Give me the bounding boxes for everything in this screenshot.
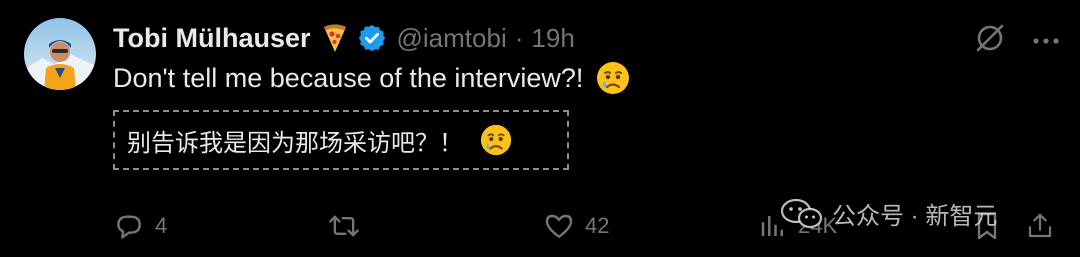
crying-face-icon [479, 123, 513, 157]
wechat-icon [780, 198, 824, 230]
like-count: 42 [585, 213, 610, 238]
separator-dot: · [514, 22, 524, 53]
pizza-icon [321, 23, 349, 53]
tweet-text-content: Don't tell me because of the interview?! [113, 62, 584, 93]
avatar-image [24, 18, 96, 90]
author-name[interactable]: Tobi Mülhauser [113, 23, 311, 54]
more-icon[interactable] [1032, 32, 1060, 50]
share-icon [1025, 210, 1055, 242]
grok-icon[interactable] [974, 22, 1006, 59]
watermark-text: 公众号 · 新智元 [832, 203, 998, 230]
tweet-card: Tobi Mülhauser @iamtobi · 19h Don't tell… [0, 0, 1080, 257]
like-button[interactable]: 42 [543, 210, 609, 242]
reply-icon [113, 210, 145, 242]
crying-face-icon [595, 60, 631, 96]
reply-count: 4 [155, 213, 168, 238]
share-button[interactable] [1025, 210, 1055, 242]
author-handle[interactable]: @iamtobi [397, 23, 507, 54]
tweet-top-actions [974, 22, 1060, 59]
avatar[interactable] [24, 18, 96, 90]
tweet-header: Tobi Mülhauser @iamtobi · 19h [113, 18, 575, 58]
retweet-icon [327, 210, 361, 242]
tweet-text: Don't tell me because of the interview?! [113, 60, 631, 96]
watermark: 公众号 · 新智元 [780, 196, 997, 231]
translation-box: 别告诉我是因为那场采访吧？！ [113, 110, 569, 170]
translation-text: 别告诉我是因为那场采访吧？！ [127, 129, 463, 157]
heart-icon [543, 210, 575, 242]
reply-button[interactable]: 4 [113, 210, 167, 242]
verified-badge-icon[interactable] [357, 23, 387, 53]
timestamp[interactable]: 19h [531, 23, 574, 54]
retweet-button[interactable] [327, 210, 371, 242]
